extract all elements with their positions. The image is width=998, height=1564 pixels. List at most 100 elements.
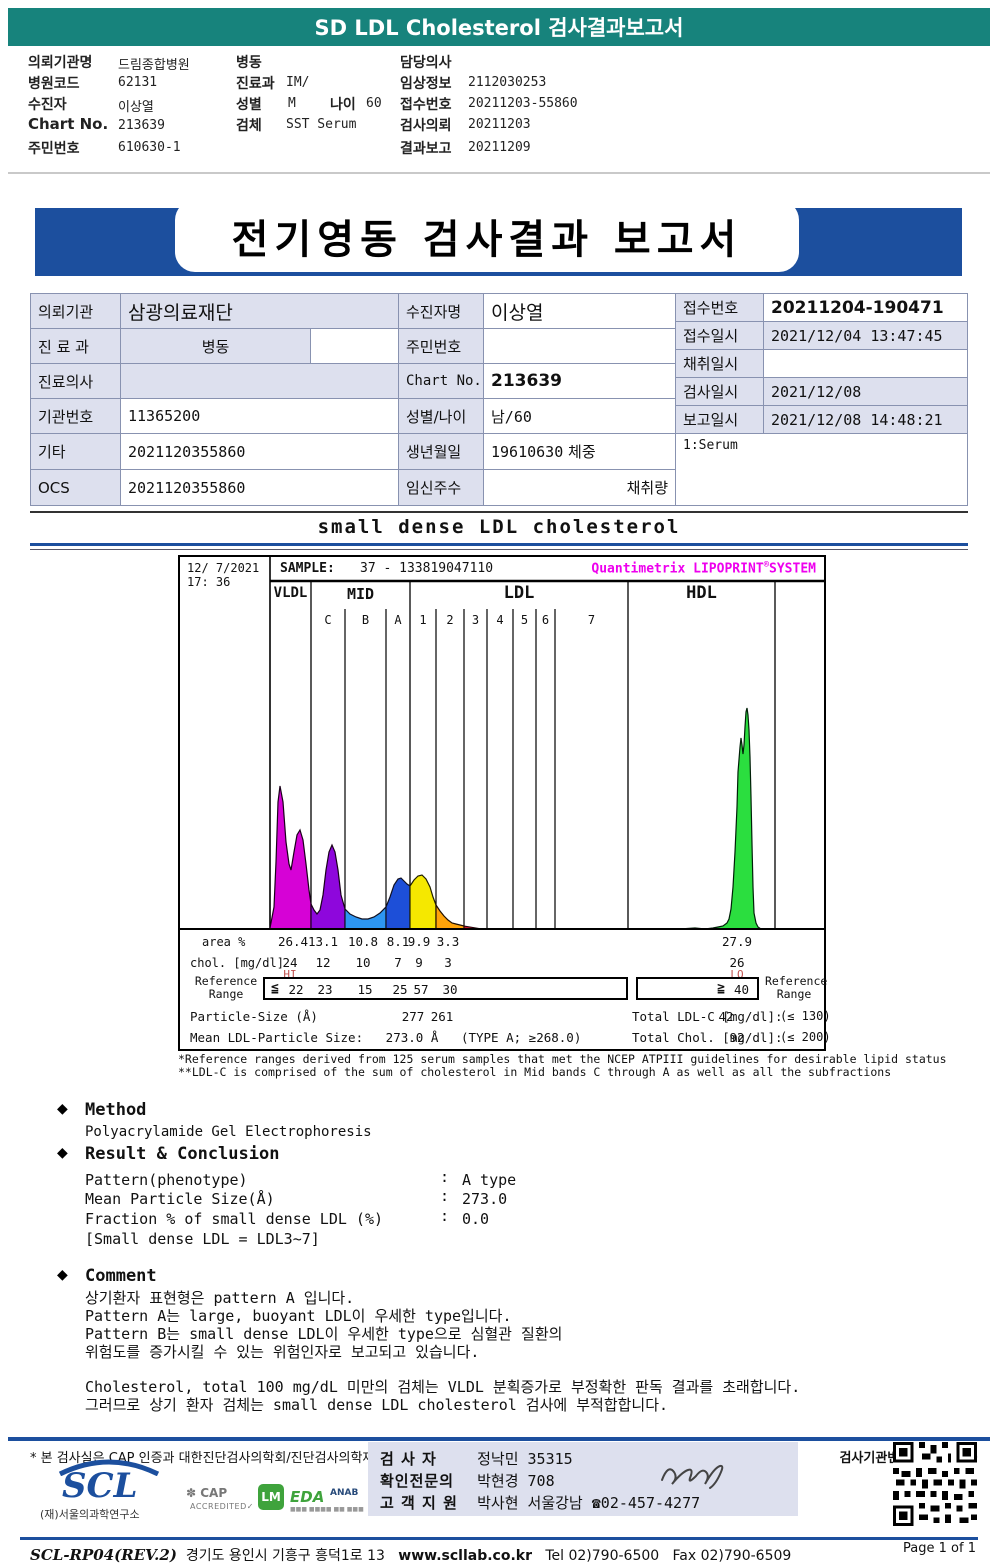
chol-value-midc: 12	[315, 955, 331, 970]
field-value: SST Serum	[286, 117, 357, 132]
chol-value-mida: 7	[394, 955, 402, 970]
method-body: Polyacrylamide Gel Electrophoresis	[85, 1124, 372, 1140]
comment-line: 위험도를 증가시킬 수 있는 위험인자로 보고되고 있습니다.	[85, 1343, 480, 1361]
field-label: 의뢰기관명	[28, 55, 93, 71]
total-ldl-value: 42	[718, 1009, 734, 1024]
reference-range-box-hdl: ≧ 40	[636, 977, 759, 1000]
table-value: 2021/12/04 13:47:45	[764, 322, 968, 350]
lab-address: 경기도 용인시 기흥구 흥덕1로 13	[185, 1548, 385, 1564]
reference-range-label-left: Reference Range	[194, 974, 258, 1001]
patient-header: 의뢰기관명 드림종합병원 병원코드 62131 수진자 이상열 Chart No…	[8, 46, 990, 174]
report-title: 전기영동 검사결과 보고서	[231, 217, 743, 263]
result-item-colon: :	[440, 1187, 450, 1205]
result-item-value: 273.0	[462, 1190, 508, 1208]
table-label: 보고일시	[676, 406, 764, 434]
order-info-table: 의뢰기관 삼광의료재단 수진자명 이상열 접수번호 20211204-19047…	[30, 293, 968, 506]
chol-value-ldl2: 3	[444, 955, 452, 970]
comment-line: 그러므로 상기 환자 검체는 small dense LDL cholester…	[85, 1396, 669, 1414]
scl-logo-text: SCL	[62, 1466, 138, 1506]
table-value: 병동	[121, 329, 311, 364]
accreditation-logos: ✽ CAP ACCREDITED✓ LM EDA ANAB ■■■ ■■■■ ■…	[186, 1484, 364, 1524]
table-value	[121, 364, 399, 399]
table-label: 검사일시	[676, 378, 764, 406]
table-label: 진료의사	[31, 364, 121, 399]
report-title-banner: 전기영동 검사결과 보고서	[35, 200, 962, 276]
section-rule-top	[30, 511, 968, 513]
table-label: 기타	[31, 434, 121, 470]
field-value: 2112030253	[468, 75, 547, 90]
lab-tel: Tel 02)790-6500	[545, 1548, 660, 1564]
comment-heading: Comment	[85, 1266, 157, 1286]
scl-logo: SCL (재)서울의과학연구소	[40, 1458, 190, 1522]
section-rule-bottom	[30, 543, 968, 546]
band-fill-mid-a	[385, 877, 411, 930]
eda-fineprint: ■■■ ■■■■ ■■ ■■■	[290, 1506, 364, 1513]
chol-value-ldl1: 9	[415, 955, 423, 970]
mean-size-type: (TYPE A; ≥268.0)	[460, 1030, 582, 1045]
field-value: 이상열	[118, 100, 154, 115]
chart-footnote-1: *Reference ranges derived from 125 serum…	[178, 1052, 947, 1066]
staff-row-examiner: 검 사 자 정낙민 35315	[380, 1450, 573, 1468]
band-fill-vldl	[269, 785, 312, 930]
field-value: 20211209	[468, 140, 531, 155]
field-label: 주민번호	[28, 141, 80, 157]
cap-logo: ✽ CAP	[186, 1486, 228, 1500]
staff-row-support: 고 객 지 원 박사현 서울강남 ☎02-457-4277	[380, 1494, 701, 1512]
mean-size-value: 273.0 Å	[385, 1030, 439, 1045]
reference-range-box-main: ≦ 22 23 15 25 57 30	[263, 977, 628, 1000]
table-value: 2021/12/08 14:48:21	[764, 406, 968, 434]
result-note: [Small dense LDL = LDL3~7]	[85, 1230, 320, 1248]
field-value: 20211203	[468, 117, 531, 132]
field-label: Chart No.	[28, 115, 109, 133]
table-label: 접수번호	[676, 294, 764, 322]
ge-sign: ≧	[717, 981, 725, 996]
field-label: 접수번호	[400, 97, 452, 113]
report-type-title: SD LDL Cholesterol 검사결과보고서	[314, 16, 684, 40]
field-value: 60	[366, 96, 382, 111]
particle-size-ldl1: 277	[401, 1009, 425, 1024]
lab-fax: Fax 02)790-6509	[672, 1548, 792, 1564]
table-value: 11365200	[121, 399, 399, 434]
band-fill-hdl	[627, 707, 776, 930]
field-value: 62131	[118, 75, 158, 90]
signature	[661, 1464, 724, 1489]
staff-row-specialist: 확인전문의 박현경 708	[380, 1472, 555, 1490]
page-number: Page 1 of 1	[903, 1541, 976, 1556]
result-item-colon: :	[440, 1168, 450, 1186]
field-value: 610630-1	[118, 140, 181, 155]
eda-logo: EDA	[290, 1488, 325, 1506]
table-label: 진 료 과	[31, 329, 121, 364]
lipoprint-chart: 12/ 7/2021 17: 36 SAMPLE: 37 - 133819047…	[178, 555, 831, 1051]
table-value: 20211204-190471	[764, 294, 968, 322]
total-chol-ref: (≤ 200)	[780, 1030, 831, 1044]
table-value: 2021120355860	[121, 434, 399, 470]
field-label: 임상정보	[400, 76, 452, 92]
table-label: 채취일시	[676, 350, 764, 378]
total-chol-label: Total Chol. [mg/dl]:	[632, 1030, 783, 1045]
serum-note: 1:Serum	[683, 438, 738, 453]
field-value: IM/	[286, 75, 310, 90]
field-label: 나이	[330, 97, 356, 113]
result-item-colon: :	[440, 1207, 450, 1225]
field-label: 담당의사	[400, 55, 452, 71]
area-value-ldl2: 3.3	[436, 934, 460, 949]
total-chol-value: 92	[729, 1030, 745, 1045]
field-value: 드림종합병원	[118, 58, 190, 73]
field-label: 병동	[236, 55, 262, 71]
band-fill-ldl1	[409, 874, 437, 930]
ref-hdl: 40	[733, 982, 749, 997]
diamond-icon: ◆	[57, 1267, 68, 1283]
chart-footnote-2: **LDL-C is comprised of the sum of chole…	[178, 1065, 892, 1079]
particle-size-ldl2: 261	[430, 1009, 454, 1024]
field-label: 병원코드	[28, 76, 80, 92]
table-value	[311, 329, 399, 364]
table-label: 임신주수	[399, 470, 484, 506]
field-label: 검체	[236, 118, 262, 134]
particle-size-label: Particle-Size (Å)	[190, 1009, 318, 1024]
ref-mida: 25	[392, 982, 408, 997]
table-label: 접수일시	[676, 322, 764, 350]
field-label: 수진자	[28, 97, 67, 113]
qr-code	[893, 1442, 977, 1526]
electrophoresis-curve	[180, 557, 824, 930]
mean-size-row: Mean LDL-Particle Size: 273.0 Å (TYPE A;…	[190, 1030, 581, 1045]
